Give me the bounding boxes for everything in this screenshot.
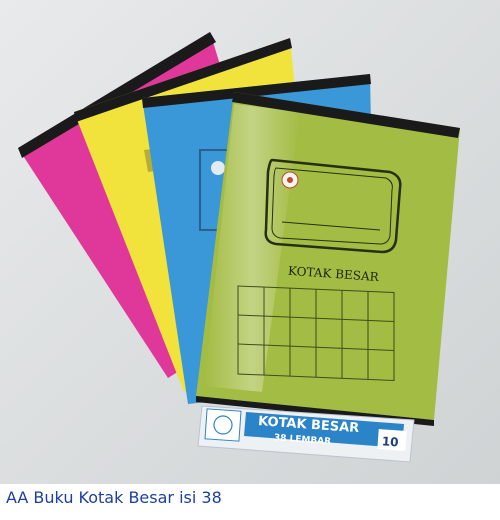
label-count: 10 xyxy=(381,434,399,449)
notebook-green: KOTAK BESAR xyxy=(196,92,460,426)
product-photo: KOTAK BESAR KOTAK BESAR 38 LEMBAR 10 xyxy=(0,0,500,484)
notebooks-illustration: KOTAK BESAR KOTAK BESAR 38 LEMBAR 10 xyxy=(0,0,500,484)
product-caption: AA Buku Kotak Besar isi 38 xyxy=(6,488,222,507)
